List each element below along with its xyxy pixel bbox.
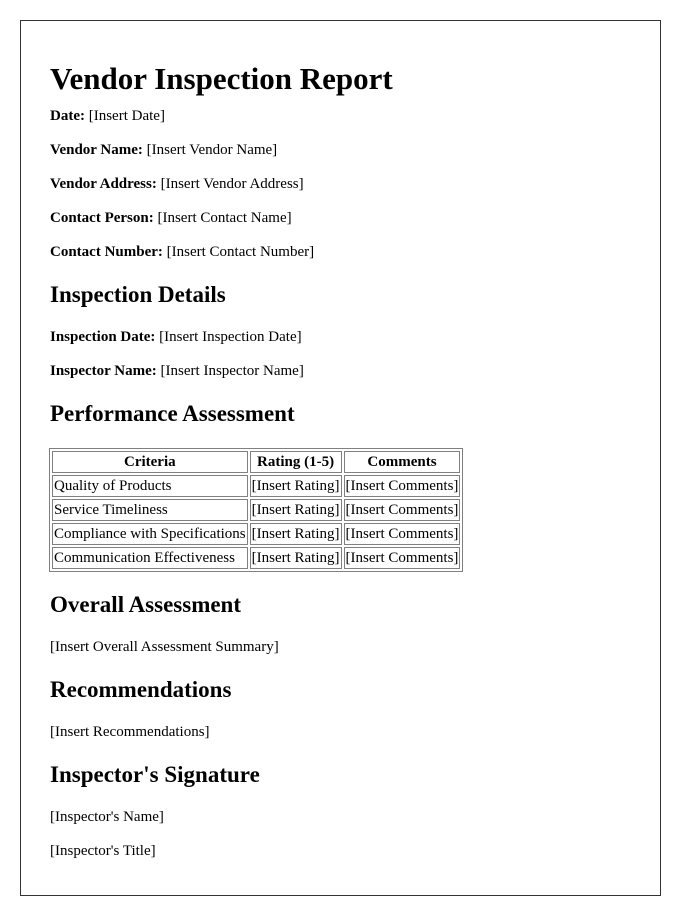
field-value: [Insert Contact Name] — [157, 210, 292, 226]
field-label: Date: — [50, 108, 85, 124]
performance-table: Criteria Rating (1-5) Comments Quality o… — [49, 448, 464, 572]
cell-rating: [Insert Rating] — [249, 499, 342, 521]
field-value: [Insert Vendor Name] — [146, 142, 278, 158]
field-vendor-name: Vendor Name: [Insert Vendor Name] — [50, 141, 277, 159]
cell-comments: [Insert Comments] — [343, 547, 461, 569]
table-row: Quality of Products [Insert Rating] [Ins… — [52, 475, 461, 497]
column-header-rating: Rating (1-5) — [249, 451, 342, 473]
field-label: Inspection Date: — [50, 329, 156, 345]
cell-rating: [Insert Rating] — [249, 475, 342, 497]
table-header-row: Criteria Rating (1-5) Comments — [52, 451, 461, 473]
table-row: Service Timeliness [Insert Rating] [Inse… — [52, 499, 461, 521]
inspector-title-placeholder: [Inspector's Title] — [50, 843, 156, 859]
field-label: Vendor Address: — [50, 176, 157, 192]
field-value: [Insert Date] — [88, 108, 165, 124]
field-contact-number: Contact Number: [Insert Contact Number] — [50, 243, 314, 261]
cell-criteria: Communication Effectiveness — [52, 547, 248, 569]
column-header-criteria: Criteria — [52, 451, 248, 473]
column-header-comments: Comments — [343, 451, 461, 473]
section-heading-overall: Overall Assessment — [50, 592, 242, 617]
section-heading-performance: Performance Assessment — [50, 401, 295, 426]
field-date: Date: [Insert Date] — [50, 107, 165, 125]
section-heading-recommendations: Recommendations — [50, 677, 232, 702]
cell-comments: [Insert Comments] — [343, 523, 461, 545]
field-value: [Insert Inspector Name] — [160, 363, 304, 379]
field-contact-person: Contact Person: [Insert Contact Name] — [50, 209, 292, 227]
cell-rating: [Insert Rating] — [249, 523, 342, 545]
report-container: Vendor Inspection Report Date: [Insert D… — [20, 20, 661, 896]
field-value: [Insert Vendor Address] — [160, 176, 304, 192]
cell-comments: [Insert Comments] — [343, 475, 461, 497]
inspector-name-placeholder: [Inspector's Name] — [50, 809, 164, 825]
cell-criteria: Service Timeliness — [52, 499, 248, 521]
overall-assessment-text: [Insert Overall Assessment Summary] — [50, 639, 279, 655]
field-inspection-date: Inspection Date: [Insert Inspection Date… — [50, 328, 302, 346]
field-label: Contact Number: — [50, 244, 163, 260]
cell-criteria: Quality of Products — [52, 475, 248, 497]
field-inspector-name: Inspector Name: [Insert Inspector Name] — [50, 362, 304, 380]
cell-rating: [Insert Rating] — [249, 547, 342, 569]
field-label: Vendor Name: — [50, 142, 143, 158]
section-heading-inspection-details: Inspection Details — [50, 282, 226, 307]
field-value: [Insert Inspection Date] — [159, 329, 302, 345]
field-value: [Insert Contact Number] — [166, 244, 315, 260]
cell-comments: [Insert Comments] — [343, 499, 461, 521]
table-row: Compliance with Specifications [Insert R… — [52, 523, 461, 545]
table-row: Communication Effectiveness [Insert Rati… — [52, 547, 461, 569]
field-vendor-address: Vendor Address: [Insert Vendor Address] — [50, 175, 304, 193]
field-label: Contact Person: — [50, 210, 154, 226]
report-title: Vendor Inspection Report — [50, 61, 393, 96]
recommendations-text: [Insert Recommendations] — [50, 724, 210, 740]
field-label: Inspector Name: — [50, 363, 157, 379]
section-heading-signature: Inspector's Signature — [50, 762, 260, 787]
cell-criteria: Compliance with Specifications — [52, 523, 248, 545]
